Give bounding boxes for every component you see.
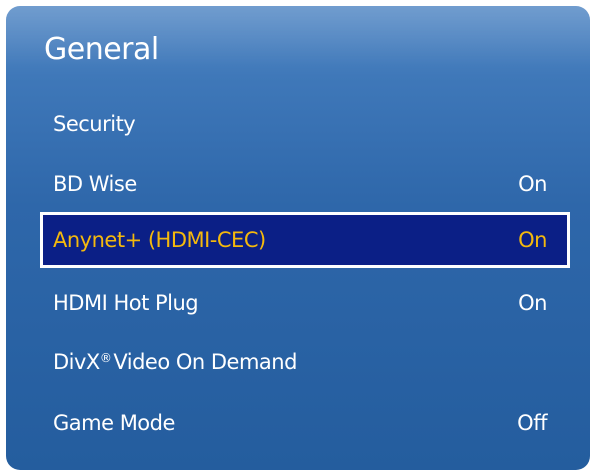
menu-item-label: Security	[53, 112, 136, 136]
label-prefix: DivX	[53, 350, 100, 374]
menu-item-label: DivX®Video On Demand	[53, 350, 297, 374]
label-suffix: Video On Demand	[113, 350, 297, 374]
menu-item-divx-video-on-demand[interactable]: DivX®Video On Demand	[40, 334, 570, 390]
menu-item-label: Game Mode	[53, 411, 175, 435]
menu-item-label: BD Wise	[53, 172, 137, 196]
menu-item-hdmi-hot-plug[interactable]: HDMI Hot Plug On	[40, 275, 570, 331]
menu-item-value: On	[518, 228, 547, 252]
menu-item-value: On	[518, 172, 547, 196]
menu-item-game-mode[interactable]: Game Mode Off	[40, 395, 570, 451]
menu-item-label: Anynet+ (HDMI-CEC)	[53, 228, 266, 252]
menu-item-security[interactable]: Security	[40, 96, 570, 152]
menu-title: General	[44, 32, 159, 67]
registered-mark: ®	[99, 351, 112, 365]
menu-item-label: HDMI Hot Plug	[53, 291, 199, 315]
menu-item-bd-wise[interactable]: BD Wise On	[40, 156, 570, 212]
menu-item-value: On	[518, 291, 547, 315]
menu-item-anynet-hdmi-cec[interactable]: Anynet+ (HDMI-CEC) On	[40, 212, 570, 268]
menu-item-value: Off	[517, 411, 547, 435]
general-settings-panel: General Security BD Wise On Anynet+ (HDM…	[6, 6, 590, 470]
